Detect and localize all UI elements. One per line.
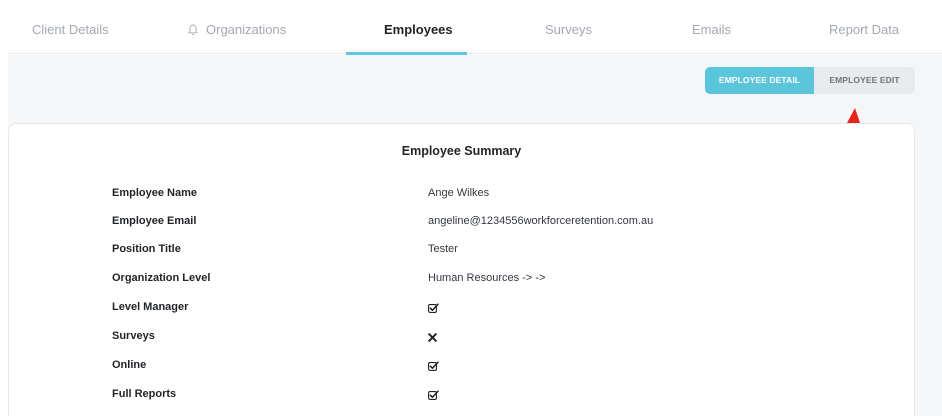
bell-icon: [188, 10, 198, 54]
employee-email-label: Employee Email: [112, 215, 197, 227]
tab-client-details[interactable]: Client Details: [32, 8, 109, 54]
card-title: Employee Summary: [401, 144, 522, 158]
tab-bar: Client Details Organizations Employees S…: [8, 8, 942, 55]
surveys-label: Surveys: [112, 330, 155, 342]
x-icon: [428, 333, 437, 342]
tab-label: Emails: [692, 22, 732, 37]
position-title-value: Tester: [428, 243, 458, 255]
tab-organizations[interactable]: Organizations: [188, 8, 286, 54]
tab-label: Organizations: [206, 22, 287, 37]
tab-employees[interactable]: Employees: [346, 8, 467, 55]
tab-label: Report Data: [829, 22, 900, 37]
employee-name-value: Ange Wilkes: [428, 187, 490, 199]
employee-detail-button[interactable]: EMPLOYEE DETAIL: [705, 67, 814, 94]
position-title-label: Position Title: [112, 243, 181, 255]
tab-label: Employees: [384, 22, 453, 37]
tab-surveys[interactable]: Surveys: [545, 8, 592, 54]
tab-emails[interactable]: Emails: [692, 8, 731, 54]
checked-box-icon: [428, 361, 439, 371]
tab-report-data[interactable]: Report Data: [829, 8, 899, 54]
level-manager-label: Level Manager: [112, 301, 189, 313]
organization-level-label: Organization Level: [112, 272, 211, 284]
full-reports-label: Full Reports: [112, 388, 177, 400]
employee-name-label: Employee Name: [112, 187, 197, 199]
employee-summary-card: Employee Summary Employee Name Ange Wilk…: [8, 123, 915, 416]
online-label: Online: [112, 359, 147, 371]
checked-box-icon: [428, 303, 439, 313]
organization-level-value: Human Resources -> ->: [428, 272, 546, 284]
tab-label: Client Details: [32, 22, 109, 37]
checked-box-icon: [428, 390, 439, 400]
employee-email-value: angeline@1234556workforceretention.com.a…: [428, 215, 654, 227]
employee-edit-button[interactable]: EMPLOYEE EDIT: [814, 67, 915, 94]
view-toggle-group: EMPLOYEE DETAIL EMPLOYEE EDIT: [705, 67, 915, 94]
tab-label: Surveys: [545, 22, 592, 37]
